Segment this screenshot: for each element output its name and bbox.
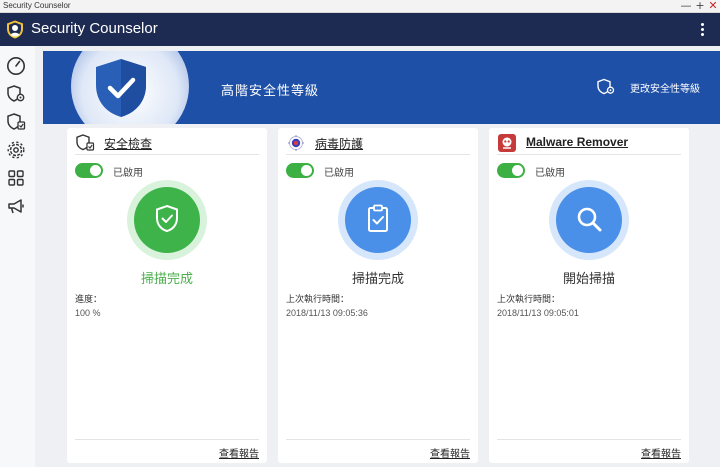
last-run-value: 2018/11/13 09:05:01	[497, 308, 579, 318]
scan-complete-button[interactable]	[127, 180, 207, 260]
last-run-label: 上次執行時間：	[286, 295, 350, 305]
security-level-label: 高階安全性等級	[221, 84, 320, 99]
magnifier-icon	[577, 207, 602, 232]
window-titlebar: Security Counselor — + ✕	[0, 0, 720, 13]
megaphone-icon	[8, 199, 24, 214]
sidebar-item-announcements[interactable]	[6, 196, 28, 218]
security-level-banner: 高階安全性等級 更改安全性等級	[43, 51, 720, 124]
shield-gear-icon	[7, 85, 25, 102]
sidebar-item-security-check[interactable]	[6, 112, 28, 134]
antivirus-card: 病毒防護 已啟用 掃描完成 上次執行時間： 2018/11/13 09:05:3…	[278, 128, 478, 463]
enable-toggle[interactable]	[75, 163, 103, 178]
scan-status: 開始掃描	[562, 272, 615, 287]
sidebar-item-security-settings[interactable]	[6, 84, 28, 106]
divider	[286, 439, 470, 440]
app-title: Security Counselor	[31, 20, 158, 37]
scan-complete-button[interactable]	[338, 180, 418, 260]
sidebar-item-settings[interactable]	[6, 140, 28, 162]
app-logo-icon	[7, 20, 23, 39]
window-title: Security Counselor	[3, 1, 71, 10]
enabled-label: 已啟用	[113, 168, 143, 179]
sidebar	[0, 46, 35, 467]
divider	[497, 154, 681, 155]
card-title[interactable]: Malware Remover	[526, 135, 628, 149]
divider	[75, 154, 259, 155]
shield-check-icon	[7, 113, 26, 130]
divider	[497, 439, 681, 440]
more-options-button[interactable]	[694, 21, 710, 39]
shield-check-icon	[156, 204, 178, 233]
card-title[interactable]: 病毒防護	[315, 135, 363, 152]
speedometer-icon	[7, 57, 25, 75]
view-report-link[interactable]: 查看報告	[219, 445, 259, 460]
start-scan-button[interactable]	[549, 180, 629, 260]
shield-gear-icon[interactable]	[596, 78, 616, 96]
apps-grid-icon	[8, 170, 24, 186]
minimize-button[interactable]: —	[680, 0, 692, 12]
virus-icon	[288, 135, 304, 151]
enable-toggle[interactable]	[286, 163, 314, 178]
security-check-card: 安全檢查 已啟用 掃描完成 進度： 100 % 查看報告	[67, 128, 267, 463]
malware-remover-icon	[498, 134, 516, 152]
sidebar-item-dashboard[interactable]	[6, 56, 28, 78]
divider	[75, 439, 259, 440]
clipboard-check-icon	[368, 204, 388, 232]
last-run-label: 上次執行時間：	[497, 295, 561, 305]
malware-remover-card: Malware Remover 已啟用 開始掃描 上次執行時間： 2018/11…	[489, 128, 689, 463]
view-report-link[interactable]: 查看報告	[430, 445, 470, 460]
enabled-label: 已啟用	[324, 168, 354, 179]
change-security-level-link[interactable]: 更改安全性等級	[630, 80, 700, 95]
last-run-value: 2018/11/13 09:05:36	[286, 308, 368, 318]
progress-label: 進度：	[75, 295, 103, 305]
view-report-link[interactable]: 查看報告	[641, 445, 681, 460]
shield-check-icon	[76, 134, 95, 151]
close-button[interactable]: ✕	[707, 0, 719, 12]
enabled-label: 已啟用	[535, 168, 565, 179]
scan-status: 掃描完成	[140, 272, 193, 287]
app-header: Security Counselor	[0, 13, 720, 46]
divider	[286, 154, 470, 155]
sidebar-item-apps[interactable]	[6, 168, 28, 190]
gear-icon	[7, 141, 25, 159]
progress-value: 100 %	[75, 308, 101, 318]
scan-status: 掃描完成	[351, 272, 404, 287]
large-shield-check-icon	[96, 59, 146, 117]
card-title[interactable]: 安全檢查	[104, 135, 152, 152]
enable-toggle[interactable]	[497, 163, 525, 178]
maximize-button[interactable]: +	[694, 0, 706, 12]
